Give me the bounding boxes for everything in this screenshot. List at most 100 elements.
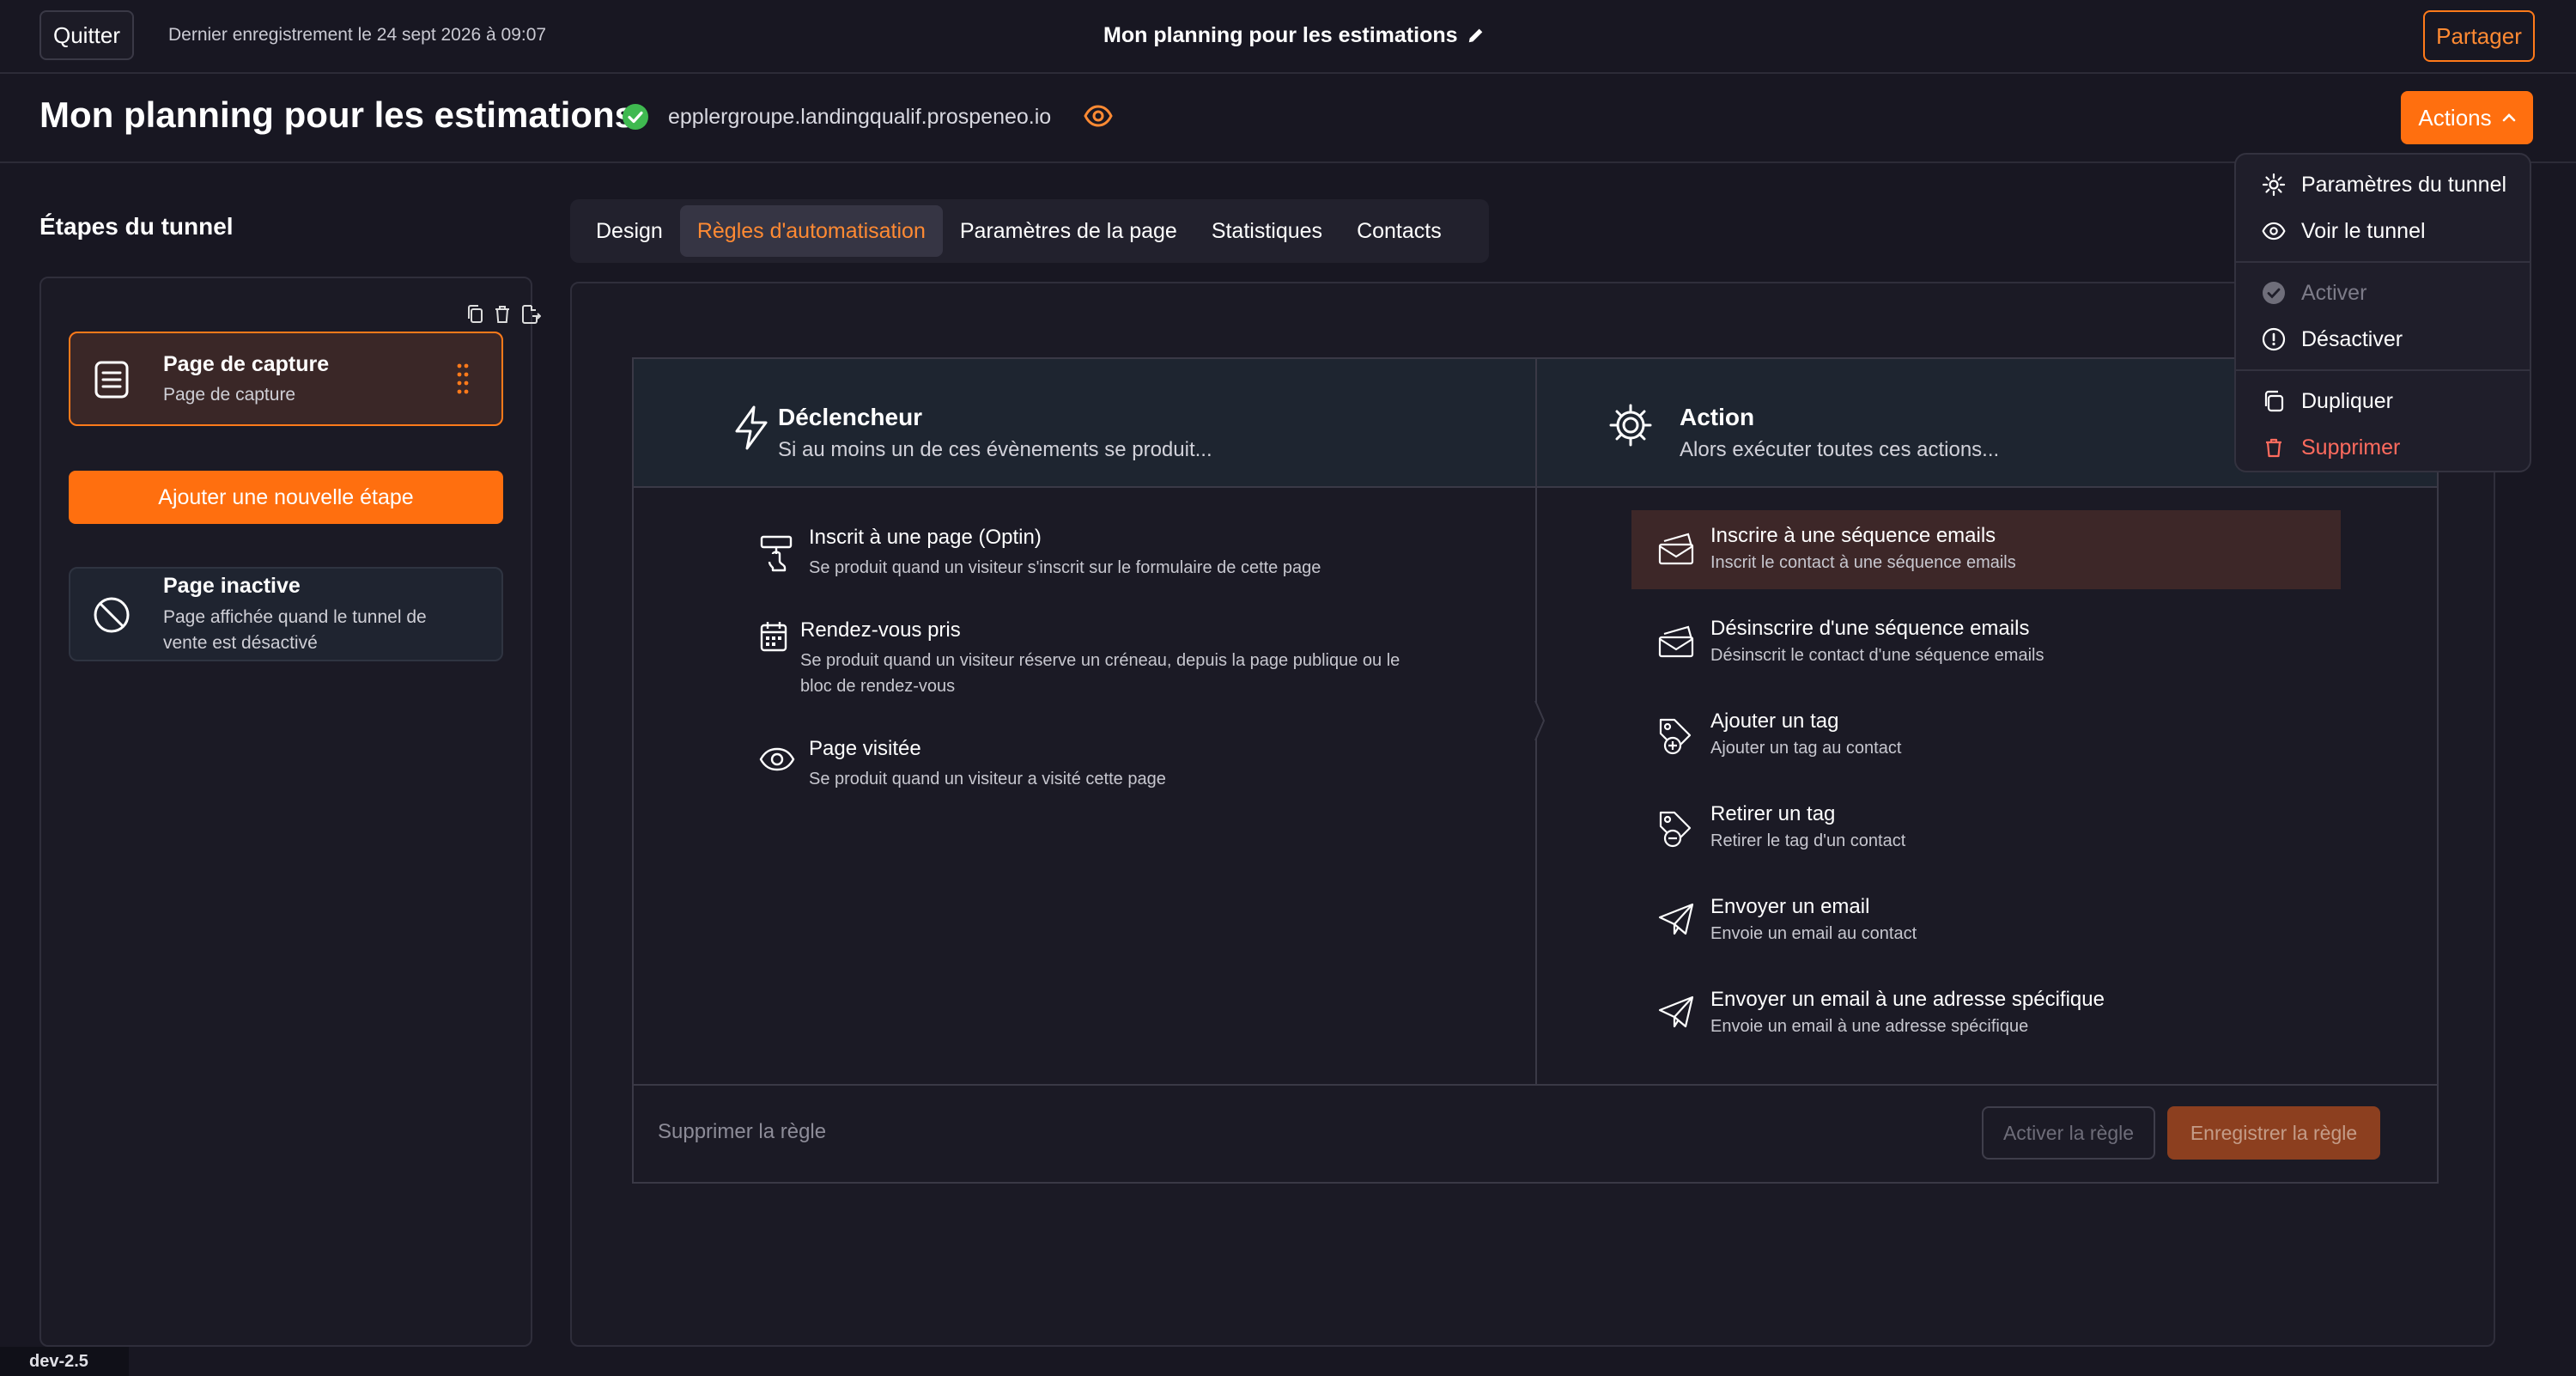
action-item-send-email[interactable]: Envoyer un email Envoie un email au cont… <box>1631 881 2341 960</box>
check-circle-icon <box>622 103 649 131</box>
action-title: Retirer un tag <box>1710 802 1836 825</box>
action-subtitle: Alors exécuter toutes ces actions... <box>1680 438 2000 461</box>
action-title: Action <box>1680 404 1755 430</box>
menu-item-duplicate[interactable]: Dupliquer <box>2236 378 2530 424</box>
step-name: Page de capture <box>163 352 330 376</box>
step-name: Page inactive <box>163 574 301 598</box>
trigger-description: Se produit quand un visiteur réserve un … <box>800 651 1400 696</box>
gear-icon <box>2262 173 2286 197</box>
ban-icon <box>93 596 131 634</box>
trash-icon <box>2262 435 2286 460</box>
rule-footer: Supprimer la règle Activer la règle Enre… <box>634 1084 2437 1182</box>
check-circle-icon <box>2262 281 2286 305</box>
copy-icon[interactable] <box>465 304 484 325</box>
copy-icon <box>2262 389 2286 413</box>
trigger-title: Déclencheur <box>778 404 923 430</box>
calendar-icon <box>759 620 788 653</box>
action-title: Envoyer un email <box>1710 895 1870 918</box>
action-description: Ajouter un tag au contact <box>1710 739 1902 758</box>
menu-item-label: Désactiver <box>2301 326 2403 351</box>
actions-button[interactable]: Actions <box>2401 91 2533 144</box>
action-description: Inscrit le contact à une séquence emails <box>1710 553 2016 572</box>
arrow-notch <box>1534 701 1546 740</box>
action-title: Ajouter un tag <box>1710 709 1839 733</box>
action-item-remove-tag[interactable]: Retirer un tag Retirer le tag d'un conta… <box>1631 788 2341 868</box>
action-description: Désinscrit le contact d'une séquence ema… <box>1710 646 2044 665</box>
menu-item-label: Paramètres du tunnel <box>2301 172 2507 197</box>
menu-item-label: Supprimer <box>2301 435 2401 460</box>
tag-remove-icon <box>1657 809 1695 849</box>
save-rule-button[interactable]: Enregistrer la règle <box>2167 1106 2380 1160</box>
menu-item-view-funnel[interactable]: Voir le tunnel <box>2236 208 2530 254</box>
actions-dropdown-menu: Paramètres du tunnel Voir le tunnel Acti… <box>2234 153 2531 472</box>
tag-add-icon <box>1657 716 1695 756</box>
menu-item-activate: Activer <box>2236 270 2530 316</box>
funnel-name[interactable]: Mon planning pour les estimations <box>1103 0 1485 70</box>
step-toolbar <box>465 304 541 325</box>
menu-item-label: Activer <box>2301 280 2367 305</box>
step-description: Page affichée quand le tunnel de vente e… <box>163 607 427 653</box>
delete-rule-button[interactable]: Supprimer la règle <box>658 1120 826 1144</box>
optin-icon <box>759 534 793 572</box>
actions-label: Actions <box>2418 104 2492 131</box>
quit-button[interactable]: Quitter <box>39 10 134 60</box>
mail-stack-icon <box>1657 531 1697 567</box>
gear-icon <box>1609 404 1652 447</box>
tab-design[interactable]: Design <box>579 205 680 257</box>
menu-item-deactivate[interactable]: Désactiver <box>2236 316 2530 362</box>
share-button[interactable]: Partager <box>2423 10 2535 62</box>
action-item-subscribe-sequence[interactable]: Inscrire à une séquence emails Inscrit l… <box>1631 510 2341 589</box>
menu-item-label: Dupliquer <box>2301 388 2394 413</box>
automation-rule-card: Déclencheur Si au moins un de ces évènem… <box>632 357 2439 1184</box>
step-type: Page de capture <box>163 385 296 405</box>
action-item-unsubscribe-sequence[interactable]: Désinscrire d'une séquence emails Désins… <box>1631 603 2341 682</box>
trigger-description: Se produit quand un visiteur a visité ce… <box>809 770 1166 788</box>
steps-panel: Page de capture Page de capture Ajouter … <box>39 277 541 1347</box>
tab-bar: Design Règles d'automatisation Paramètre… <box>570 199 1489 263</box>
page-icon <box>93 359 131 400</box>
send-icon <box>1657 995 1695 1029</box>
alert-circle-icon <box>2262 327 2286 351</box>
trigger-title: Rendez-vous pris <box>800 618 961 642</box>
funnel-name-label: Mon planning pour les estimations <box>1103 22 1458 47</box>
action-description: Envoie un email à une adresse spécifique <box>1710 1017 2029 1036</box>
lightning-icon <box>733 405 769 450</box>
mail-stack-icon <box>1657 624 1697 660</box>
page-title: Mon planning pour les estimations <box>39 94 635 135</box>
step-card-inactive[interactable]: Page inactive Page affichée quand le tun… <box>69 567 503 661</box>
chevron-up-icon <box>2502 113 2516 123</box>
last-save-text: Dernier enregistrement le 24 sept 2026 à… <box>168 25 547 45</box>
eye-icon[interactable] <box>1084 105 1113 127</box>
automation-panel: Déclencheur Si au moins un de ces évènem… <box>570 282 2495 1347</box>
pencil-icon[interactable] <box>1467 26 1485 45</box>
menu-item-label: Voir le tunnel <box>2301 218 2426 243</box>
menu-item-delete[interactable]: Supprimer <box>2236 424 2530 471</box>
trigger-title: Inscrit à une page (Optin) <box>809 526 1042 549</box>
trash-icon[interactable] <box>493 304 512 325</box>
add-step-button[interactable]: Ajouter une nouvelle étape <box>69 471 503 524</box>
action-title: Désinscrire d'une séquence emails <box>1710 617 2030 640</box>
top-bar: Quitter Dernier enregistrement le 24 sep… <box>0 0 2576 74</box>
action-description: Retirer le tag d'un contact <box>1710 831 1906 850</box>
step-card-capture[interactable]: Page de capture Page de capture <box>69 332 503 426</box>
drag-handle-icon[interactable] <box>457 362 469 395</box>
tab-automation-rules[interactable]: Règles d'automatisation <box>679 205 943 257</box>
tab-contacts[interactable]: Contacts <box>1340 205 1459 257</box>
page-header: Mon planning pour les estimations eppler… <box>0 74 2576 163</box>
menu-item-funnel-settings[interactable]: Paramètres du tunnel <box>2236 161 2530 208</box>
export-icon[interactable] <box>520 304 541 325</box>
send-icon <box>1657 902 1695 936</box>
tab-statistics[interactable]: Statistiques <box>1194 205 1340 257</box>
action-item-send-email-specific[interactable]: Envoyer un email à une adresse spécifiqu… <box>1631 974 2341 1053</box>
menu-divider <box>2236 369 2530 371</box>
trigger-title: Page visitée <box>809 737 921 760</box>
trigger-description: Se produit quand un visiteur s'inscrit s… <box>809 558 1321 577</box>
tab-page-settings[interactable]: Paramètres de la page <box>943 205 1194 257</box>
menu-divider <box>2236 261 2530 263</box>
action-item-add-tag[interactable]: Ajouter un tag Ajouter un tag au contact <box>1631 696 2341 775</box>
action-description: Envoie un email au contact <box>1710 924 1917 943</box>
eye-icon <box>759 747 795 771</box>
action-title: Inscrire à une séquence emails <box>1710 524 1996 547</box>
domain-link[interactable]: epplergroupe.landingqualif.prospeneo.io <box>668 105 1051 130</box>
activate-rule-button[interactable]: Activer la règle <box>1982 1106 2155 1160</box>
